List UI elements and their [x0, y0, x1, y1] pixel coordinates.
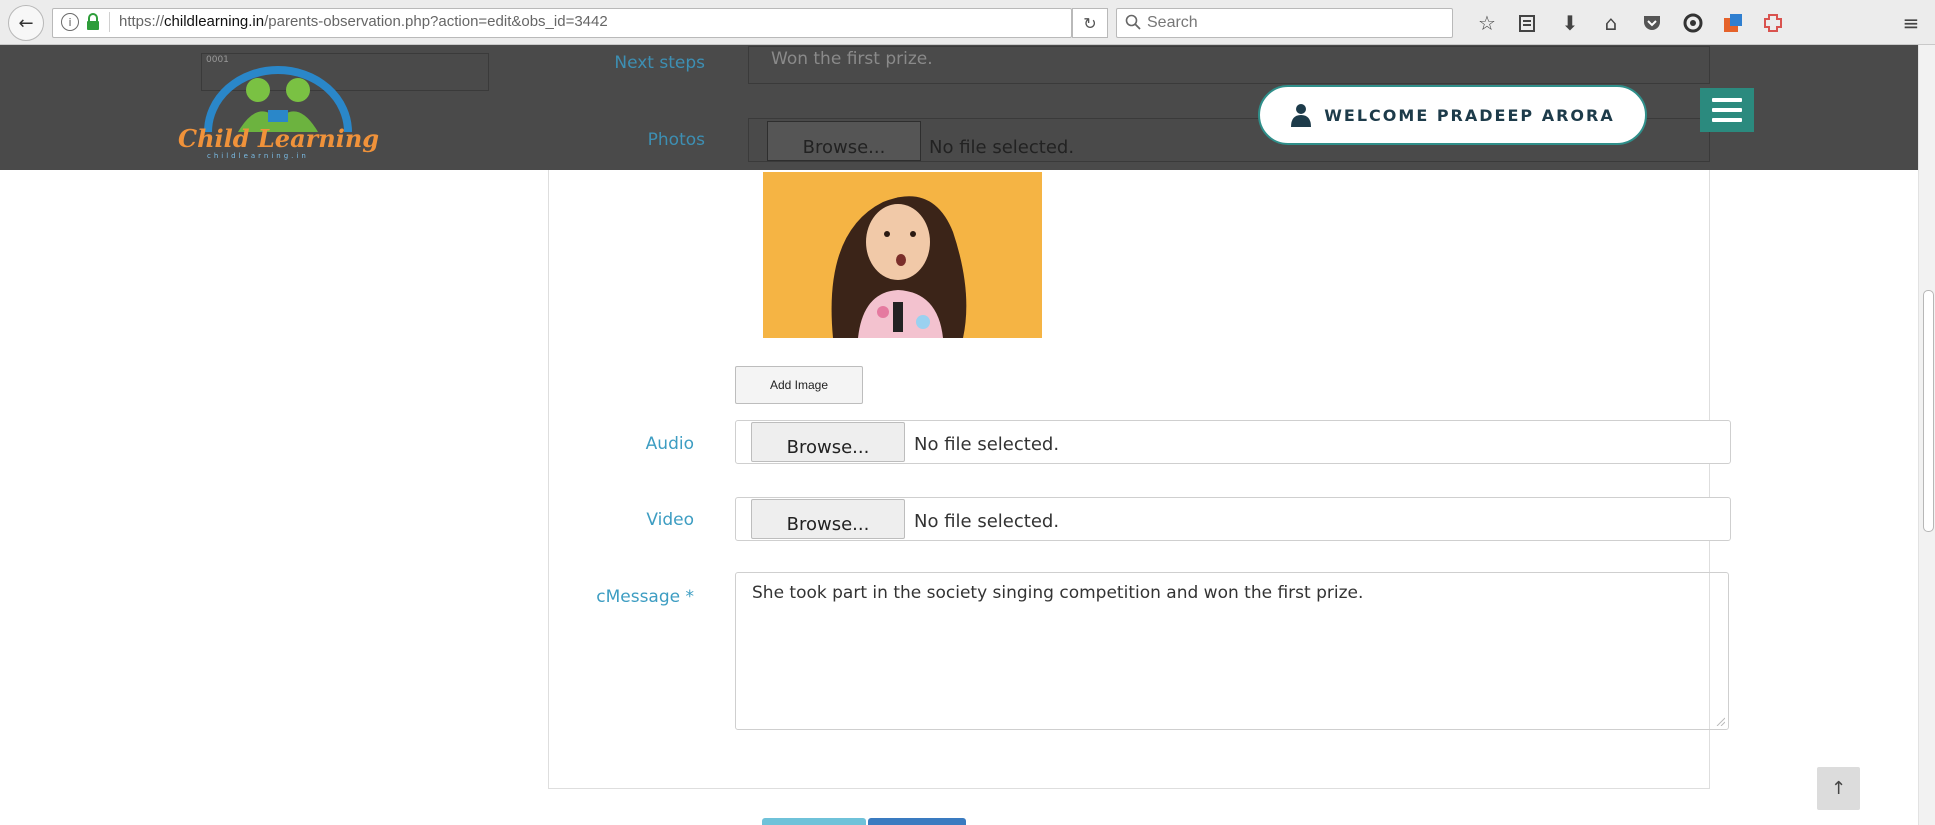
next-steps-value: Won the first prize.	[771, 49, 933, 69]
audio-browse-button[interactable]: Browse...	[751, 422, 905, 462]
menu-bar	[1712, 108, 1742, 112]
reading-list-icon[interactable]	[1514, 10, 1540, 36]
photos-file-status: No file selected.	[929, 137, 1075, 158]
back-to-top-button[interactable]: ↑	[1817, 767, 1860, 810]
reload-icon: ↻	[1083, 13, 1097, 33]
lock-icon	[87, 13, 99, 30]
reload-button[interactable]: ↻	[1072, 8, 1108, 38]
search-placeholder: Search	[1147, 14, 1198, 31]
download-icon[interactable]: ⬇	[1557, 10, 1583, 36]
audio-file-input[interactable]: Browse... No file selected.	[735, 420, 1731, 464]
star-icon[interactable]: ☆	[1474, 10, 1500, 36]
menu-toggle-button[interactable]	[1700, 88, 1754, 132]
photos-label: Photos	[647, 130, 705, 150]
resize-grip-icon[interactable]	[1715, 716, 1725, 726]
pocket-icon[interactable]	[1639, 10, 1665, 36]
search-input[interactable]: Search	[1116, 8, 1453, 38]
search-icon	[1125, 14, 1141, 30]
addon-icon[interactable]	[1720, 10, 1746, 36]
welcome-user-button[interactable]: WELCOME PRADEEP ARORA	[1258, 85, 1647, 145]
url-host: childlearning.in	[164, 13, 265, 30]
photo-child-image	[763, 172, 1042, 338]
back-arrow-icon: ←	[18, 12, 34, 34]
home-icon[interactable]: ⌂	[1598, 10, 1624, 36]
puzzle-icon[interactable]	[1760, 10, 1786, 36]
user-icon	[1291, 104, 1312, 127]
submit-button[interactable]	[762, 818, 866, 825]
url-text[interactable]: https://childlearning.in/parents-observa…	[119, 13, 608, 30]
back-button[interactable]: ←	[8, 5, 44, 41]
video-file-status: No file selected.	[914, 511, 1060, 532]
video-file-input[interactable]: Browse... No file selected.	[735, 497, 1731, 541]
menu-bar	[1712, 98, 1742, 102]
cancel-button[interactable]	[868, 818, 966, 825]
welcome-text: WELCOME PRADEEP ARORA	[1324, 105, 1615, 125]
message-label: cMessage *	[596, 587, 694, 607]
uploaded-photo	[763, 172, 1042, 338]
url-bar[interactable]: i https://childlearning.in/parents-obser…	[52, 8, 1072, 38]
video-label: Video	[646, 510, 694, 530]
menu-bar	[1712, 118, 1742, 122]
message-textarea[interactable]: She took part in the society singing com…	[735, 572, 1729, 730]
arrow-up-icon: ↑	[1830, 778, 1847, 799]
add-image-button[interactable]: Add Image	[735, 366, 863, 404]
page-scrollbar[interactable]	[1918, 45, 1935, 825]
extension-icon[interactable]	[1680, 10, 1706, 36]
hamburger-icon[interactable]: ≡	[1898, 10, 1924, 36]
next-steps-label: Next steps	[614, 53, 705, 73]
scrollbar-thumb[interactable]	[1923, 290, 1934, 532]
video-browse-button[interactable]: Browse...	[751, 499, 905, 539]
logo-subtext: childlearning.in	[207, 152, 309, 160]
audio-label: Audio	[645, 434, 694, 454]
url-separator	[109, 12, 110, 32]
next-steps-input[interactable]: Won the first prize.	[748, 46, 1710, 84]
message-text: She took part in the society singing com…	[752, 583, 1364, 603]
audio-file-status: No file selected.	[914, 434, 1060, 455]
logo-text: Child Learning	[178, 124, 380, 153]
info-icon[interactable]: i	[61, 13, 79, 31]
photos-browse-button[interactable]: Browse...	[767, 121, 921, 161]
